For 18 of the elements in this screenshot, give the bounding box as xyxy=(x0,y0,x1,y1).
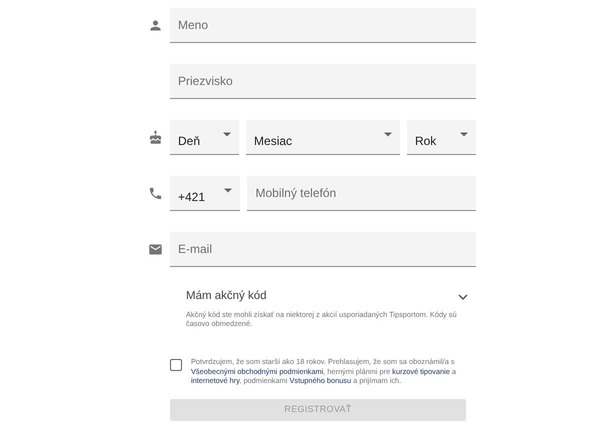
dropdown[interactable]: Rok xyxy=(406,120,476,155)
caret-icon xyxy=(223,132,232,136)
dropdown[interactable]: Mesiac xyxy=(246,120,400,155)
checkbox[interactable] xyxy=(170,359,182,371)
caret-icon xyxy=(384,132,392,136)
dropdown[interactable]: Deň xyxy=(170,120,240,155)
phone-icon xyxy=(148,186,162,201)
dropdown[interactable]: +421 xyxy=(170,176,240,211)
person-icon xyxy=(148,18,162,33)
mail-icon xyxy=(148,242,162,257)
promo-toggle[interactable]: Mám akčný kód xyxy=(186,288,468,306)
caret-icon xyxy=(224,188,232,192)
input-field[interactable]: Meno xyxy=(170,8,476,43)
input-field[interactable]: Mobilný telefón xyxy=(247,176,476,211)
caret-icon xyxy=(460,132,468,136)
input-field[interactable]: E-mail xyxy=(170,232,476,267)
input-field[interactable]: Priezvisko xyxy=(170,64,476,99)
cake-icon xyxy=(148,130,162,145)
